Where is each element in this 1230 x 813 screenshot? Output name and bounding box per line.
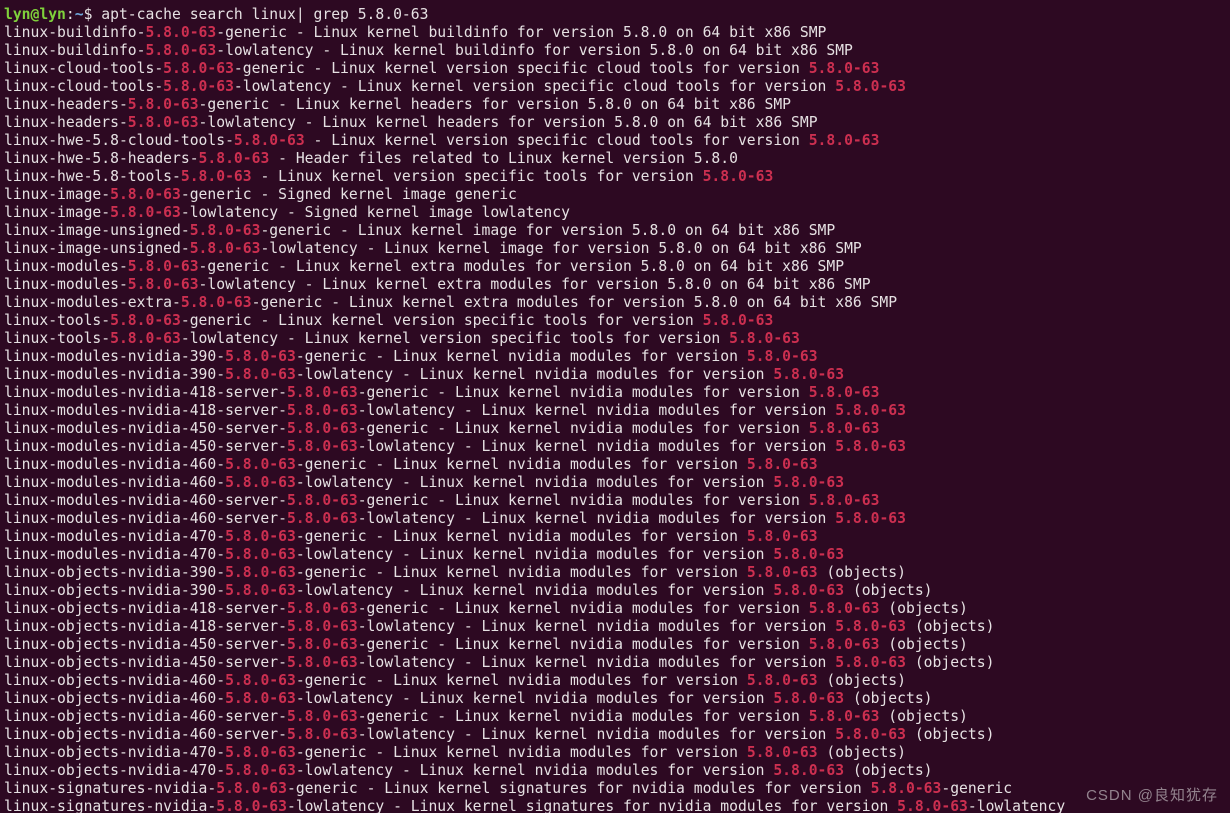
output-line: linux-objects-nvidia-470-5.8.0-63-lowlat…: [4, 762, 933, 779]
output-line: linux-tools-5.8.0-63-generic - Linux ker…: [4, 312, 773, 329]
output-line: linux-modules-nvidia-418-server-5.8.0-63…: [4, 402, 906, 419]
output-line: linux-signatures-nvidia-5.8.0-63-generic…: [4, 780, 1012, 797]
output-line: linux-image-unsigned-5.8.0-63-lowlatency…: [4, 240, 862, 257]
output-line: linux-hwe-5.8-tools-5.8.0-63 - Linux ker…: [4, 168, 773, 185]
output-line: linux-modules-nvidia-450-server-5.8.0-63…: [4, 438, 906, 455]
output-line: linux-tools-5.8.0-63-lowlatency - Linux …: [4, 330, 800, 347]
output-line: linux-headers-5.8.0-63-lowlatency - Linu…: [4, 114, 818, 131]
output-line: linux-objects-nvidia-450-server-5.8.0-63…: [4, 636, 968, 653]
output-line: linux-modules-nvidia-460-5.8.0-63-lowlat…: [4, 474, 844, 491]
output-line: linux-objects-nvidia-390-5.8.0-63-generi…: [4, 564, 906, 581]
output-line: linux-modules-nvidia-390-5.8.0-63-generi…: [4, 348, 818, 365]
output-line: linux-modules-5.8.0-63-lowlatency - Linu…: [4, 276, 871, 293]
output-line: linux-objects-nvidia-460-5.8.0-63-generi…: [4, 672, 906, 689]
command-text: apt-cache search linux| grep 5.8.0-63: [101, 6, 428, 23]
output-line: linux-cloud-tools-5.8.0-63-lowlatency - …: [4, 78, 906, 95]
output-line: linux-image-5.8.0-63-lowlatency - Signed…: [4, 204, 570, 221]
prompt-path: ~: [75, 6, 84, 23]
output-line: linux-modules-nvidia-460-5.8.0-63-generi…: [4, 456, 818, 473]
output-line: linux-modules-nvidia-470-5.8.0-63-generi…: [4, 528, 818, 545]
terminal-output[interactable]: lyn@lyn:~$ apt-cache search linux| grep …: [0, 0, 1230, 813]
output-line: linux-objects-nvidia-470-5.8.0-63-generi…: [4, 744, 906, 761]
output-line: linux-modules-nvidia-450-server-5.8.0-63…: [4, 420, 879, 437]
output-line: linux-modules-nvidia-418-server-5.8.0-63…: [4, 384, 879, 401]
output-line: linux-objects-nvidia-418-server-5.8.0-63…: [4, 600, 968, 617]
output-line: linux-objects-nvidia-460-server-5.8.0-63…: [4, 726, 994, 743]
output-line: linux-buildinfo-5.8.0-63-generic - Linux…: [4, 24, 826, 41]
output-line: linux-buildinfo-5.8.0-63-lowlatency - Li…: [4, 42, 853, 59]
prompt-user: lyn@lyn: [4, 6, 66, 23]
output-line: linux-hwe-5.8-cloud-tools-5.8.0-63 - Lin…: [4, 132, 879, 149]
output-line: linux-modules-nvidia-460-server-5.8.0-63…: [4, 492, 879, 509]
output-line: linux-modules-extra-5.8.0-63-generic - L…: [4, 294, 897, 311]
output-line: linux-signatures-nvidia-5.8.0-63-lowlate…: [4, 798, 1065, 813]
output-line: linux-modules-nvidia-390-5.8.0-63-lowlat…: [4, 366, 844, 383]
output-line: linux-modules-5.8.0-63-generic - Linux k…: [4, 258, 844, 275]
output-line: linux-modules-nvidia-470-5.8.0-63-lowlat…: [4, 546, 844, 563]
output-line: linux-objects-nvidia-390-5.8.0-63-lowlat…: [4, 582, 933, 599]
output-line: linux-objects-nvidia-450-server-5.8.0-63…: [4, 654, 994, 671]
output-line: linux-hwe-5.8-headers-5.8.0-63 - Header …: [4, 150, 738, 167]
output-line: linux-image-unsigned-5.8.0-63-generic - …: [4, 222, 835, 239]
output-line: linux-headers-5.8.0-63-generic - Linux k…: [4, 96, 791, 113]
prompt-sep: :: [66, 6, 75, 23]
output-line: linux-objects-nvidia-460-5.8.0-63-lowlat…: [4, 690, 933, 707]
prompt-dollar: $: [84, 6, 102, 23]
output-line: linux-cloud-tools-5.8.0-63-generic - Lin…: [4, 60, 879, 77]
output-line: linux-objects-nvidia-460-server-5.8.0-63…: [4, 708, 968, 725]
output-line: linux-image-5.8.0-63-generic - Signed ke…: [4, 186, 517, 203]
output-line: linux-modules-nvidia-460-server-5.8.0-63…: [4, 510, 906, 527]
output-line: linux-objects-nvidia-418-server-5.8.0-63…: [4, 618, 994, 635]
